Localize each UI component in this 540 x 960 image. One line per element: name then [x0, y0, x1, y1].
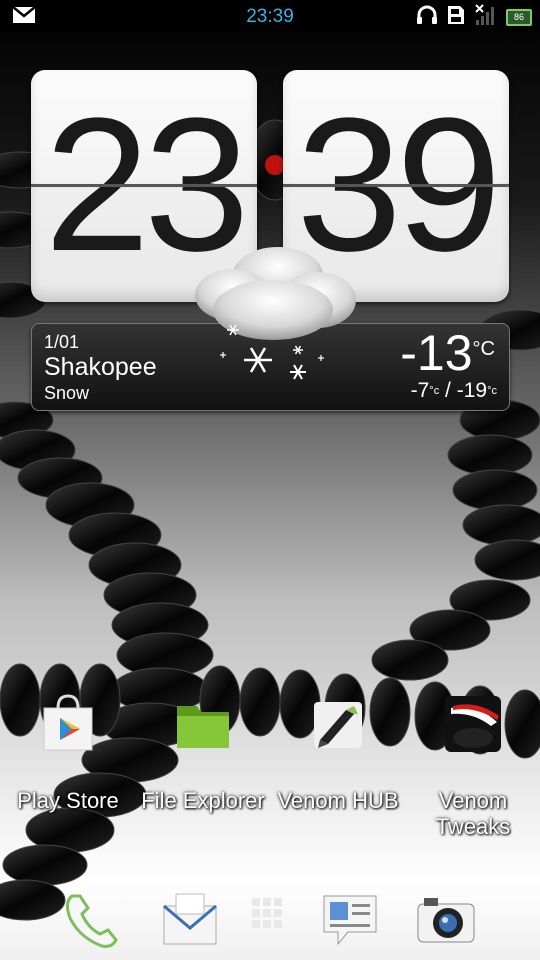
mail-icon — [158, 893, 222, 956]
weather-city: Shakopee — [44, 353, 157, 381]
app-venom-hub[interactable]: Venom HUB — [273, 692, 403, 814]
app-venom-tweaks[interactable]: Venom Tweaks — [408, 692, 538, 840]
dock-mail[interactable] — [158, 888, 222, 952]
app-label: Play Store — [17, 788, 119, 813]
battery-icon: 86 — [506, 8, 532, 26]
app-label: Venom HUB — [277, 788, 399, 813]
sd-card-icon — [446, 4, 466, 30]
dock-app-drawer[interactable] — [238, 888, 302, 952]
venom-tweaks-icon — [441, 692, 505, 756]
snow-cloud-icon — [195, 247, 356, 380]
folder-icon — [171, 692, 235, 756]
play-store-icon — [36, 692, 100, 756]
headphones-icon — [416, 5, 438, 29]
dock-phone[interactable] — [58, 888, 122, 952]
app-label: Venom Tweaks — [435, 788, 511, 839]
venom-hub-icon — [306, 692, 370, 756]
weather-range: -7°c / -19°c — [410, 379, 497, 402]
weather-condition: Snow — [44, 383, 90, 403]
weather-date: 1/01 — [44, 332, 80, 352]
weather-temperature: -13°C — [400, 325, 495, 381]
dock-messages[interactable] — [318, 888, 382, 952]
camera-icon — [414, 898, 478, 956]
app-file-explorer[interactable]: File Explorer — [138, 692, 268, 814]
signal-off-icon — [474, 4, 498, 30]
messages-icon — [318, 895, 382, 956]
status-bar[interactable]: 23:39 86 — [0, 0, 540, 32]
app-play-store[interactable]: Play Store — [3, 692, 133, 814]
app-drawer-icon — [238, 898, 302, 956]
dock-camera[interactable] — [414, 888, 478, 952]
phone-icon — [58, 894, 122, 956]
app-label: File Explorer — [141, 788, 265, 813]
